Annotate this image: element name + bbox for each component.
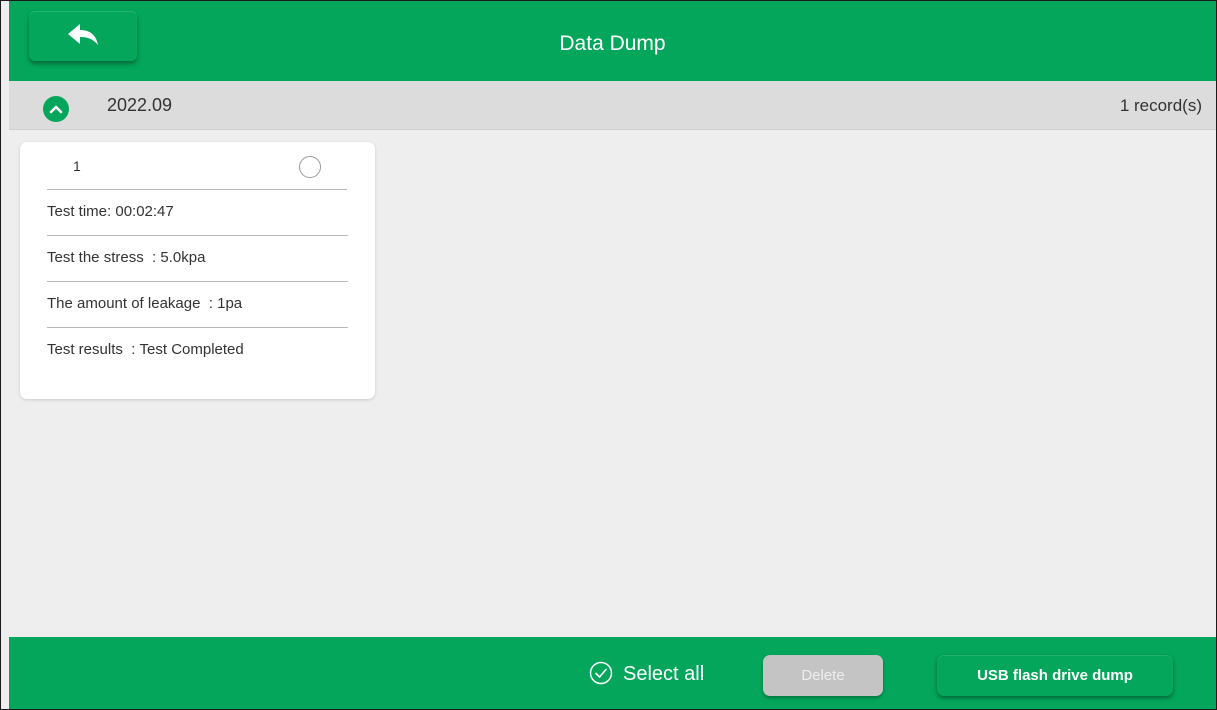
test-result-row: Test results : Test Completed xyxy=(47,341,244,358)
month-group-header: 2022.09 1 record(s) xyxy=(9,81,1216,130)
group-month-label: 2022.09 xyxy=(107,95,173,115)
select-all-button[interactable]: Select all xyxy=(589,637,704,709)
record-select-radio[interactable] xyxy=(299,156,321,178)
test-time-row: Test time: 00:02:47 xyxy=(47,190,348,236)
leakage-row: The amount of leakage : 1pa xyxy=(47,282,348,328)
record-card[interactable]: 1 Test time: 00:02:47 Test the stress : … xyxy=(20,142,375,399)
back-button[interactable] xyxy=(29,11,137,61)
record-card-header: 1 xyxy=(47,142,347,190)
select-all-label: Select all xyxy=(623,663,705,685)
bottom-action-bar: Select all Delete USB flash drive dump xyxy=(9,637,1216,709)
delete-button[interactable]: Delete xyxy=(763,655,883,696)
record-count: 1 record(s) xyxy=(1119,96,1202,115)
reply-arrow-icon xyxy=(68,24,98,45)
title-bar: Data Dump xyxy=(9,1,1216,81)
page-title: Data Dump xyxy=(559,32,666,55)
chevron-up-icon xyxy=(49,105,63,114)
record-index: 1 xyxy=(73,158,81,174)
usb-flash-drive-dump-button[interactable]: USB flash drive dump xyxy=(937,655,1173,696)
check-circle-icon xyxy=(589,661,613,685)
collapse-toggle-button[interactable] xyxy=(43,96,69,122)
test-stress-row: Test the stress : 5.0kpa xyxy=(47,236,348,282)
app-frame: Data Dump 2022.09 1 record(s) 1 Test tim… xyxy=(0,0,1217,710)
